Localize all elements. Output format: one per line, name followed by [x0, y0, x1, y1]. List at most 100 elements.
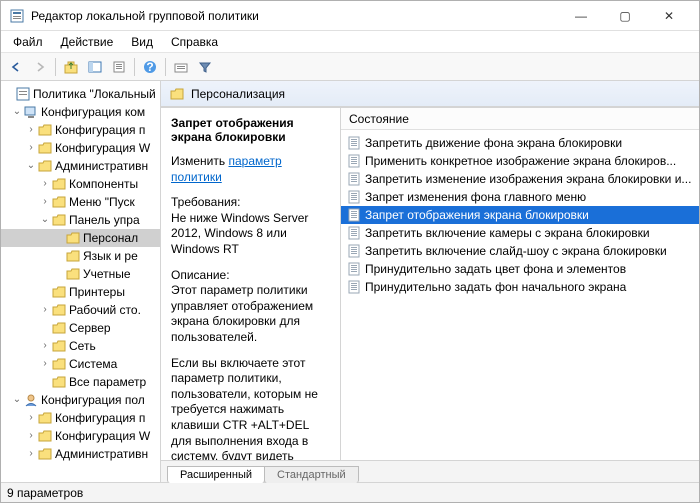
- list-row-label: Запрет изменения фона главного меню: [365, 190, 586, 204]
- tree-label: Рабочий сто.: [69, 303, 141, 317]
- expand-icon[interactable]: ›: [39, 341, 51, 351]
- content-header: Персонализация: [161, 81, 699, 107]
- tree-user-config[interactable]: ⌄ Конфигурация пол: [1, 391, 160, 409]
- tree-label: Конфигурация пол: [41, 393, 145, 407]
- tree-label: Язык и ре: [83, 249, 138, 263]
- list-row[interactable]: Запретить изменение изображения экрана б…: [341, 170, 699, 188]
- list-row[interactable]: Принудительно задать фон начального экра…: [341, 278, 699, 296]
- expand-icon[interactable]: ›: [39, 305, 51, 315]
- expand-icon[interactable]: ›: [25, 413, 37, 423]
- settings-list[interactable]: Запретить движение фона экрана блокировк…: [341, 130, 699, 460]
- tree-item[interactable]: ›Конфигурация W: [1, 427, 160, 445]
- list-row[interactable]: Запретить включение слайд-шоу с экрана б…: [341, 242, 699, 260]
- close-button[interactable]: ✕: [647, 2, 691, 30]
- list-row[interactable]: Запретить движение фона экрана блокировк…: [341, 134, 699, 152]
- filter-button[interactable]: [194, 56, 216, 78]
- titlebar: Редактор локальной групповой политики — …: [1, 1, 699, 31]
- tree-item[interactable]: ›Меню "Пуск: [1, 193, 160, 211]
- show-hide-tree-button[interactable]: [84, 56, 106, 78]
- export-button[interactable]: [108, 56, 130, 78]
- tree-computer-config[interactable]: ⌄ Конфигурация ком: [1, 103, 160, 121]
- tree-item-personalization[interactable]: Персонал: [1, 229, 160, 247]
- tree-item[interactable]: › Конфигурация п: [1, 409, 160, 427]
- tree-item[interactable]: › Система: [1, 355, 160, 373]
- tree-item[interactable]: Принтеры: [1, 283, 160, 301]
- list-row-label: Запретить движение фона экрана блокировк…: [365, 136, 622, 150]
- tabs: Расширенный Стандартный: [161, 460, 699, 482]
- list-row-label: Запретить изменение изображения экрана б…: [365, 172, 691, 186]
- menu-help[interactable]: Справка: [163, 33, 226, 51]
- app-icon: [9, 8, 25, 24]
- list-row[interactable]: Принудительно задать цвет фона и элемент…: [341, 260, 699, 278]
- menu-view[interactable]: Вид: [123, 33, 161, 51]
- up-button[interactable]: [60, 56, 82, 78]
- tree-item[interactable]: ⌄Панель упра: [1, 211, 160, 229]
- window-title: Редактор локальной групповой политики: [31, 9, 559, 23]
- tree-label: Все параметр: [69, 375, 146, 389]
- maximize-button[interactable]: ▢: [603, 2, 647, 30]
- expand-icon[interactable]: ›: [25, 143, 37, 153]
- menu-file[interactable]: Файл: [5, 33, 51, 51]
- setting-icon: [347, 226, 361, 240]
- expand-icon[interactable]: ›: [39, 197, 51, 207]
- expand-icon[interactable]: ›: [39, 179, 51, 189]
- tree-item[interactable]: Учетные: [1, 265, 160, 283]
- tree-item[interactable]: ›Компоненты: [1, 175, 160, 193]
- expand-icon[interactable]: ›: [25, 431, 37, 441]
- list-header[interactable]: Состояние: [341, 108, 699, 130]
- list-row[interactable]: Запрет отображения экрана блокировки: [341, 206, 699, 224]
- list-row[interactable]: Запрет изменения фона главного меню: [341, 188, 699, 206]
- tab-extended[interactable]: Расширенный: [167, 466, 265, 483]
- setting-icon: [347, 262, 361, 276]
- setting-icon: [347, 172, 361, 186]
- tab-standard[interactable]: Стандартный: [264, 466, 359, 483]
- tree-item[interactable]: ⌄ Административн: [1, 157, 160, 175]
- setting-icon: [347, 244, 361, 258]
- back-button[interactable]: [5, 56, 27, 78]
- main-area: Политика "Локальный ⌄ Конфигурация ком ›…: [1, 81, 699, 482]
- tree-label: Система: [69, 357, 117, 371]
- list-row[interactable]: Запретить включение камеры с экрана блок…: [341, 224, 699, 242]
- tree-item[interactable]: Язык и ре: [1, 247, 160, 265]
- list-row-label: Запретить включение камеры с экрана блок…: [365, 226, 650, 240]
- help-button[interactable]: ?: [139, 56, 161, 78]
- tree-item[interactable]: › Конфигурация W: [1, 139, 160, 157]
- tree-label: Конфигурация п: [55, 411, 145, 425]
- minimize-button[interactable]: —: [559, 2, 603, 30]
- menu-action[interactable]: Действие: [53, 33, 122, 51]
- collapse-icon[interactable]: ⌄: [39, 215, 51, 225]
- collapse-icon[interactable]: ⌄: [25, 161, 37, 171]
- setting-icon: [347, 154, 361, 168]
- list-row-label: Применить конкретное изображение экрана …: [365, 154, 676, 168]
- tree-label: Политика "Локальный: [33, 87, 156, 101]
- description-text: Этот параметр политики управляет отображ…: [171, 283, 313, 344]
- requirements-text: Не ниже Windows Server 2012, Windows 8 и…: [171, 211, 308, 256]
- tree-root[interactable]: Политика "Локальный: [1, 85, 160, 103]
- expand-icon[interactable]: ›: [39, 359, 51, 369]
- tree-pane[interactable]: Политика "Локальный ⌄ Конфигурация ком ›…: [1, 81, 161, 482]
- tree-item[interactable]: ›Административн: [1, 445, 160, 463]
- setting-icon: [347, 208, 361, 222]
- tree-item[interactable]: Все параметр: [1, 373, 160, 391]
- tree-item[interactable]: › Рабочий сто.: [1, 301, 160, 319]
- tree-label: Учетные: [83, 267, 131, 281]
- forward-button[interactable]: [29, 56, 51, 78]
- tree-item[interactable]: ›Сеть: [1, 337, 160, 355]
- setting-icon: [347, 190, 361, 204]
- collapse-icon[interactable]: ⌄: [11, 395, 23, 405]
- list-row[interactable]: Применить конкретное изображение экрана …: [341, 152, 699, 170]
- list-row-label: Запретить включение слайд-шоу с экрана б…: [365, 244, 667, 258]
- right-pane: Персонализация Запрет отображения экрана…: [161, 81, 699, 482]
- collapse-icon[interactable]: ⌄: [11, 107, 23, 117]
- expand-icon[interactable]: ›: [25, 449, 37, 459]
- tree-label: Административн: [55, 159, 148, 173]
- list-row-label: Запрет отображения экрана блокировки: [365, 208, 589, 222]
- tree-label: Конфигурация W: [55, 141, 150, 155]
- tree-item[interactable]: Сервер: [1, 319, 160, 337]
- col-state: Состояние: [349, 112, 409, 126]
- expand-icon[interactable]: ›: [25, 125, 37, 135]
- setting-icon: [347, 280, 361, 294]
- filter-options-button[interactable]: [170, 56, 192, 78]
- tree-item[interactable]: ›Конфигурация п: [1, 121, 160, 139]
- list-row-label: Принудительно задать цвет фона и элемент…: [365, 262, 626, 276]
